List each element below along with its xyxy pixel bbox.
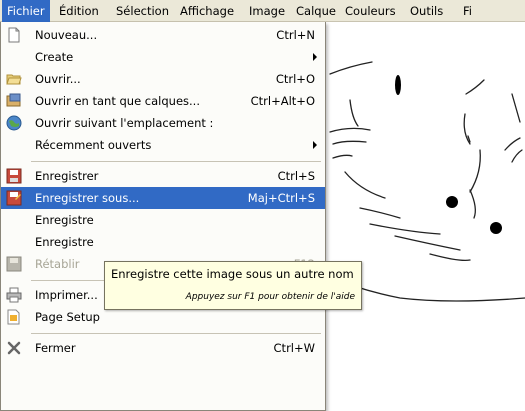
menu-item-create[interactable]: Create — [1, 46, 325, 68]
tooltip-help-hint: Appuyez sur F1 pour obtenir de l'aide — [185, 292, 355, 302]
submenu-arrow-icon — [313, 141, 317, 149]
menu-couleurs[interactable]: Couleurs — [340, 0, 401, 22]
menu-item-label: Imprimer... — [35, 288, 98, 302]
tooltip-text: Enregistre cette image sous un autre nom — [111, 267, 354, 281]
menu-item-label: Récemment ouverts — [35, 138, 152, 152]
menu-item-label: Enregistre — [35, 213, 94, 227]
menu-item-label: Page Setup — [35, 310, 100, 324]
printer-icon — [6, 287, 22, 303]
menu-item-label: Enregistre — [35, 235, 94, 249]
menu-item-ouvrir[interactable]: Ouvrir... Ctrl+O — [1, 68, 325, 90]
menu-item-fermer[interactable]: Fermer Ctrl+W — [1, 337, 325, 359]
menu-edition[interactable]: Édition — [54, 0, 104, 22]
menu-item-enregistrer-modele[interactable]: Enregistre — [1, 231, 325, 253]
menu-item-shortcut: Maj+Ctrl+S — [247, 191, 315, 205]
menu-item-enregistrer-copie[interactable]: Enregistre — [1, 209, 325, 231]
menu-item-ouvrir-emplacement[interactable]: Ouvrir suivant l'emplacement : — [1, 112, 325, 134]
menu-item-label: Ouvrir en tant que calques... — [35, 94, 200, 108]
submenu-arrow-icon — [313, 53, 317, 61]
open-folder-icon — [6, 71, 22, 87]
menu-bar: Fichier Édition Sélection Affichage Imag… — [0, 0, 525, 22]
new-document-icon — [6, 27, 22, 43]
file-menu-dropdown: Nouveau... Ctrl+N Create Ouvrir... Ctrl+… — [0, 22, 326, 411]
menu-item-shortcut: Ctrl+W — [273, 341, 315, 355]
menu-item-label: Ouvrir suivant l'emplacement : — [35, 116, 214, 130]
menu-calque[interactable]: Calque — [291, 0, 341, 22]
menu-item-label: Nouveau... — [35, 28, 98, 42]
menu-item-recents[interactable]: Récemment ouverts — [1, 134, 325, 156]
close-icon — [6, 340, 22, 356]
save-as-icon — [6, 190, 22, 206]
menu-item-label: Create — [35, 50, 74, 64]
menu-item-label: Rétablir — [35, 257, 80, 271]
menu-outils[interactable]: Outils — [405, 0, 448, 22]
menu-fichier[interactable]: Fichier — [2, 0, 50, 22]
menu-item-shortcut: Ctrl+S — [277, 169, 315, 183]
menu-item-label: Ouvrir... — [35, 72, 81, 86]
menu-item-shortcut: Ctrl+Alt+O — [250, 94, 315, 108]
revert-icon — [6, 256, 22, 272]
menu-item-label: Enregistrer sous... — [35, 191, 140, 205]
menu-item-label: Enregistrer — [35, 169, 99, 183]
menu-item-label: Fermer — [35, 341, 76, 355]
globe-icon — [6, 115, 22, 131]
menu-affichage[interactable]: Affichage — [175, 0, 239, 22]
menu-item-shortcut: Ctrl+N — [276, 28, 315, 42]
menu-item-nouveau[interactable]: Nouveau... Ctrl+N — [1, 24, 325, 46]
menu-item-enregistrer-sous[interactable]: Enregistrer sous... Maj+Ctrl+S — [1, 187, 325, 209]
page-setup-icon — [6, 309, 22, 325]
menu-separator — [31, 333, 321, 334]
menu-item-enregistrer[interactable]: Enregistrer Ctrl+S — [1, 165, 325, 187]
menu-item-ouvrir-calques[interactable]: Ouvrir en tant que calques... Ctrl+Alt+O — [1, 90, 325, 112]
menu-filtres[interactable]: Fi — [458, 0, 477, 22]
menu-image[interactable]: Image — [244, 0, 290, 22]
open-as-layers-icon — [6, 93, 22, 109]
menu-separator — [31, 161, 321, 162]
save-icon — [6, 168, 22, 184]
menu-selection[interactable]: Sélection — [111, 0, 174, 22]
menu-item-shortcut: Ctrl+O — [275, 72, 315, 86]
tooltip: Enregistre cette image sous un autre nom… — [104, 261, 362, 310]
